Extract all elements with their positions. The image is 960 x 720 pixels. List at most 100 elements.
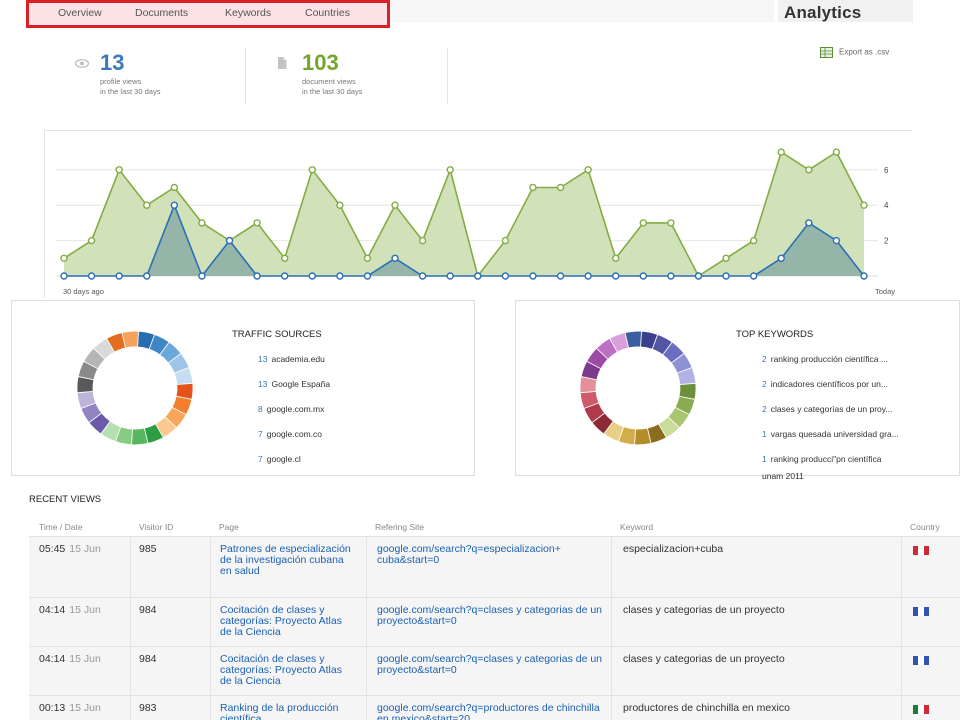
data-point[interactable] [253, 272, 261, 280]
data-point[interactable] [584, 166, 592, 174]
data-point[interactable] [777, 254, 785, 262]
page-link[interactable]: Patrones de especialización de la invest… [220, 544, 355, 577]
data-point[interactable] [253, 219, 261, 227]
traffic-source-item[interactable]: 13 academia.edu [258, 354, 325, 364]
time-cell: 00:13 15 Jun [39, 703, 129, 714]
data-point[interactable] [60, 254, 68, 262]
data-point[interactable] [584, 272, 592, 280]
referring-site-link[interactable]: google.com/search?q=clases y categorias … [377, 605, 607, 627]
data-point[interactable] [667, 272, 675, 280]
data-point[interactable] [336, 272, 344, 280]
traffic-source-item[interactable]: 13 Google España [258, 379, 330, 389]
x-axis-end-label: Today [875, 287, 896, 296]
keyword-item[interactable]: 1 vargas quesada universidad gra... [762, 429, 899, 439]
data-point[interactable] [529, 272, 537, 280]
traffic-source-count: 7 [258, 429, 263, 439]
data-point[interactable] [60, 272, 68, 280]
page-link[interactable]: Ranking de la producción científica [220, 703, 355, 720]
data-point[interactable] [87, 236, 96, 245]
data-point[interactable] [198, 272, 206, 280]
data-point[interactable] [391, 254, 399, 262]
column-divider [611, 696, 612, 720]
data-point[interactable] [832, 148, 841, 156]
data-point[interactable] [805, 219, 813, 227]
data-point[interactable] [363, 254, 372, 262]
data-point[interactable] [805, 166, 813, 174]
traffic-source-item[interactable]: 7 google.cl [258, 454, 301, 464]
country-flag-icon [913, 607, 929, 616]
data-point[interactable] [170, 201, 179, 209]
data-point[interactable] [225, 236, 234, 245]
data-point[interactable] [556, 272, 565, 280]
data-point[interactable] [280, 272, 289, 280]
keyword-item[interactable]: 2 ranking producción científica ... [762, 354, 888, 364]
data-point[interactable] [308, 166, 316, 174]
traffic-source-item[interactable]: 8 google.com.mx [258, 404, 324, 414]
page-link[interactable]: Cocitación de clases y categorías: Proye… [220, 605, 355, 638]
traffic-source-label: google.com.co [266, 429, 323, 439]
keyword-item[interactable]: 2 clases y categorías de un proy... [762, 404, 892, 414]
data-point[interactable] [308, 272, 316, 280]
data-point[interactable] [501, 236, 510, 245]
column-divider [130, 598, 131, 646]
data-point[interactable] [722, 272, 730, 280]
data-point[interactable] [115, 272, 123, 280]
data-point[interactable] [143, 201, 151, 209]
traffic-sources-title: TRAFFIC SOURCES [232, 329, 322, 340]
data-point[interactable] [860, 272, 868, 280]
data-point[interactable] [363, 272, 372, 280]
data-point[interactable] [612, 272, 620, 280]
column-divider [901, 647, 902, 695]
data-point[interactable] [749, 272, 758, 280]
data-point[interactable] [418, 236, 427, 245]
data-point[interactable] [777, 148, 785, 156]
data-point[interactable] [860, 201, 868, 209]
data-point[interactable] [667, 219, 675, 227]
data-point[interactable] [501, 272, 510, 280]
data-point[interactable] [115, 166, 123, 174]
data-point[interactable] [612, 254, 620, 262]
traffic-source-item[interactable]: 7 google.com.co [258, 429, 322, 439]
keyword-item[interactable]: 1 ranking producci"pn científica [762, 454, 881, 464]
data-point[interactable] [694, 272, 703, 280]
data-point[interactable] [749, 236, 758, 245]
keyword-count: 2 [762, 379, 767, 389]
time-cell: 04:14 15 Jun [39, 654, 129, 665]
table-row[interactable]: 00:13 15 Jun 983 Ranking de la producción c… [29, 695, 960, 720]
traffic-source-count: 7 [258, 454, 263, 464]
data-point[interactable] [280, 254, 289, 262]
y-tick-label: 2 [884, 237, 889, 246]
data-point[interactable] [87, 272, 96, 280]
data-point[interactable] [418, 272, 427, 280]
data-point[interactable] [556, 183, 565, 192]
page-link[interactable]: Cocitación de clases y categorías: Proye… [220, 654, 355, 687]
date-value: 15 Jun [69, 604, 101, 616]
column-divider [901, 696, 902, 720]
table-row[interactable]: 04:14 15 Jun 984 Cocitación de clases y cat… [29, 597, 960, 646]
data-point[interactable] [474, 272, 482, 280]
column-divider [901, 598, 902, 646]
data-point[interactable] [391, 201, 399, 209]
data-point[interactable] [336, 201, 344, 209]
data-point[interactable] [832, 236, 841, 245]
country-flag-icon [913, 546, 929, 555]
date-value: 15 Jun [69, 702, 101, 714]
data-point[interactable] [143, 272, 151, 280]
data-point[interactable] [446, 272, 454, 280]
time-value: 04:14 [39, 653, 66, 665]
referring-site-link[interactable]: google.com/search?q=especializacion+ cub… [377, 544, 607, 566]
data-point[interactable] [446, 166, 454, 174]
table-row[interactable]: 04:14 15 Jun 984 Cocitación de clases y cat… [29, 646, 960, 695]
column-divider [611, 537, 612, 597]
data-point[interactable] [639, 219, 648, 227]
referring-site-link[interactable]: google.com/search?q=clases y categorias … [377, 654, 607, 676]
data-point[interactable] [170, 183, 179, 192]
data-point[interactable] [722, 254, 730, 262]
data-point[interactable] [529, 183, 537, 192]
data-point[interactable] [198, 219, 206, 227]
table-row[interactable]: 05:45 15 Jun 985 Patrones de especializació… [29, 536, 960, 597]
referring-site-link[interactable]: google.com/search?q=productores de chinc… [377, 703, 607, 720]
column-divider [611, 598, 612, 646]
data-point[interactable] [639, 272, 648, 280]
keyword-item[interactable]: 2 indicadores científicos por un... [762, 379, 888, 389]
